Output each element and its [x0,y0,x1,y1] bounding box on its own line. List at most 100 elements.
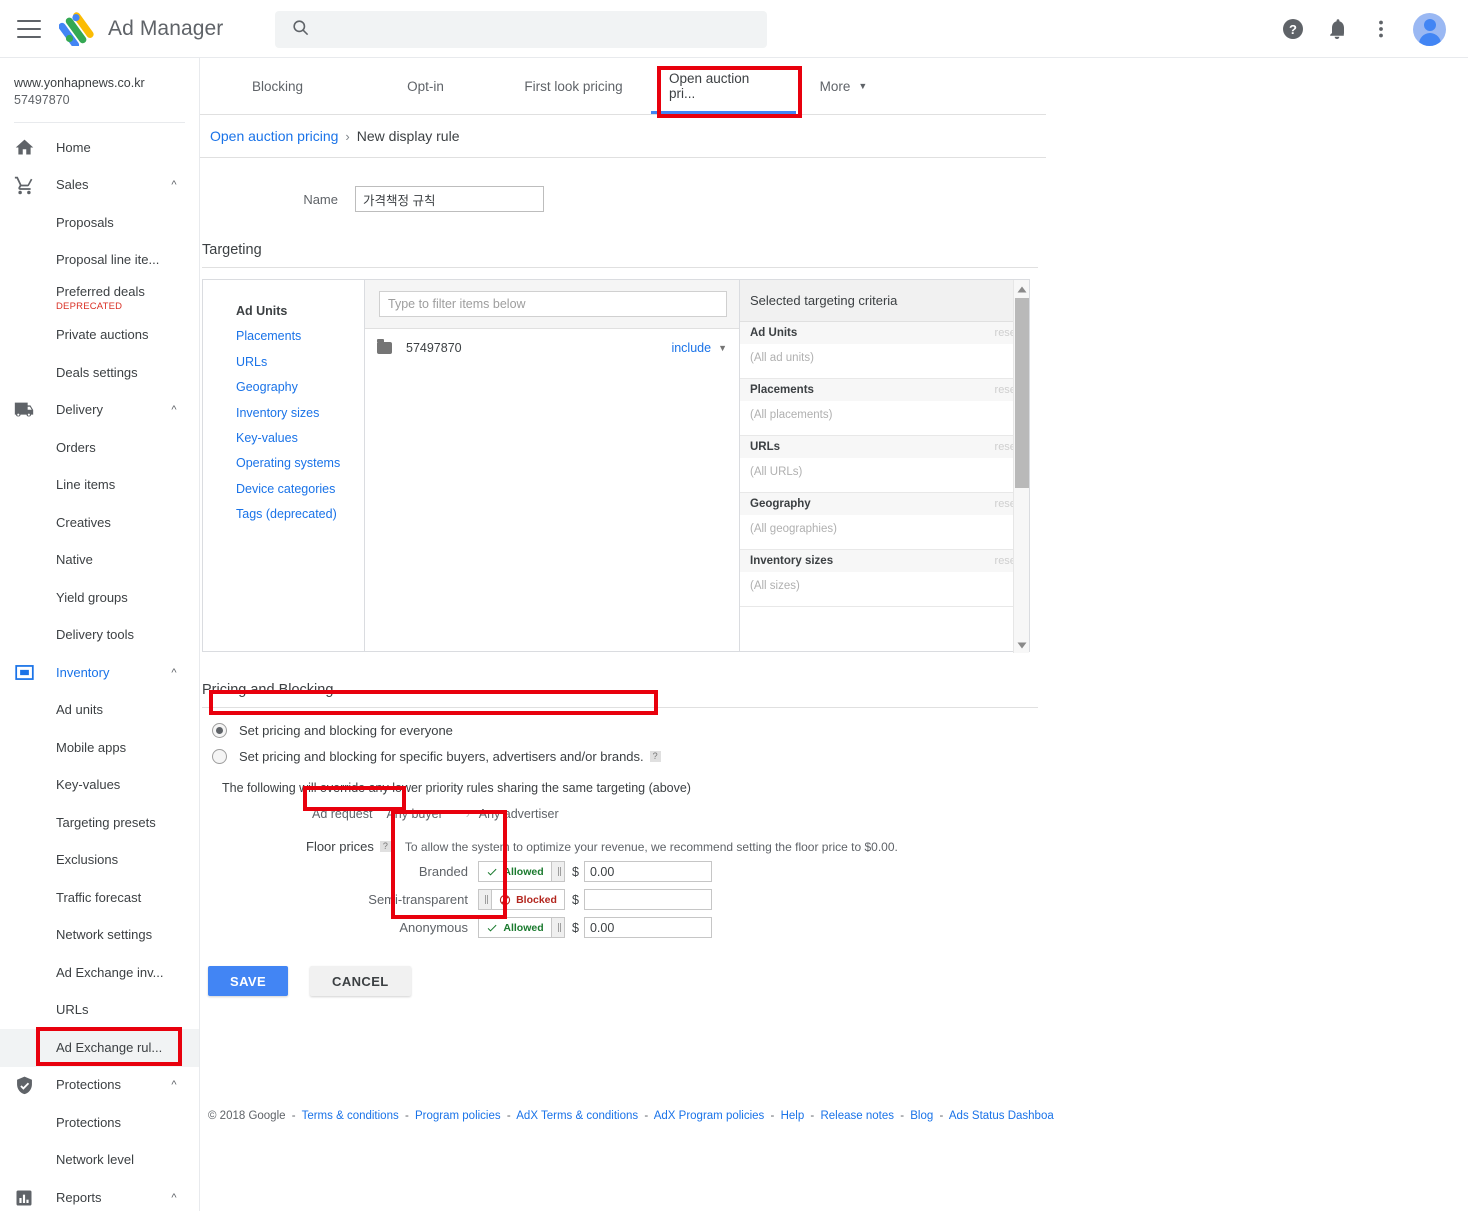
targeting-category-placements[interactable]: Placements [236,324,364,349]
targeting-filter-input[interactable] [379,291,727,317]
sidebar-item-delivery[interactable]: Delivery ^ [0,392,199,430]
targeting-category-key-values[interactable]: Key-values [236,426,364,451]
caret-down-icon[interactable]: ▼ [718,343,727,353]
tab-first-look-pricing[interactable]: First look pricing [496,58,651,114]
chevron-up-icon[interactable]: ^ [163,1192,185,1204]
sidebar-item-delivery-tools[interactable]: Delivery tools [0,617,199,655]
radio-option-everyone[interactable]: Set pricing and blocking for everyone [212,717,1046,743]
radio-specific-icon[interactable] [212,748,227,764]
help-icon[interactable]: ? [649,750,661,762]
sidebar-item-inventory[interactable]: Inventory ^ [0,654,199,692]
sidebar-item-orders[interactable]: Orders [0,429,199,467]
footer-link-release-notes[interactable]: Release notes [820,1110,894,1122]
sidebar-item-targeting-presets[interactable]: Targeting presets [0,804,199,842]
targeting-category-tags[interactable]: Tags (deprecated) [236,502,364,527]
sidebar-item-key-values[interactable]: Key-values [0,767,199,805]
sidebar-item-network-settings[interactable]: Network settings [0,917,199,955]
sidebar-item-traffic-forecast[interactable]: Traffic forecast [0,879,199,917]
avatar[interactable] [1413,12,1446,46]
sidebar-item-native[interactable]: Native [0,542,199,580]
sidebar-item-private-auctions[interactable]: Private auctions [0,317,199,355]
hamburger-icon[interactable] [17,19,41,38]
criteria-value: (All URLs) [750,466,803,478]
tab-blocking[interactable]: Blocking [200,58,355,114]
chevron-up-icon[interactable]: ^ [163,667,185,679]
targeting-item-include-action[interactable]: include [671,341,711,355]
name-input[interactable] [355,186,544,212]
sidebar-item-network-level[interactable]: Network level [0,1142,199,1180]
cancel-button[interactable]: CANCEL [310,966,411,996]
sidebar-item-label: Proposals [56,214,114,230]
toggle-branded[interactable]: Allowed [478,861,565,882]
targeting-item-row[interactable]: 57497870 include ▼ [365,329,739,355]
radio-option-specific-buyers[interactable]: Set pricing and blocking for specific bu… [212,743,1046,769]
sidebar-item-protections[interactable]: Protections [0,1104,199,1142]
scrollbar-thumb[interactable] [1015,298,1029,488]
floor-price-input-anonymous[interactable] [583,917,712,938]
sidebar-item-home[interactable]: Home [0,129,199,167]
save-button[interactable]: SAVE [208,966,289,996]
tab-opt-in[interactable]: Opt-in [355,58,496,114]
footer-link-adx-program-policies[interactable]: AdX Program policies [654,1110,765,1122]
chain-item-ad-request[interactable]: Ad request [312,807,372,821]
chain-item-any-buyer[interactable]: Any buyer [386,807,442,821]
check-icon [488,924,497,931]
sidebar-item-preferred-deals[interactable]: Preferred deals DEPRECATED [0,279,199,317]
sidebar-item-mobile-apps[interactable]: Mobile apps [0,729,199,767]
sidebar-item-line-items[interactable]: Line items [0,467,199,505]
toggle-anonymous[interactable]: Allowed [478,917,565,938]
sidebar-item-deals-settings[interactable]: Deals settings [0,354,199,392]
sidebar-item-ad-units[interactable]: Ad units [0,692,199,730]
sidebar-item-reports[interactable]: Reports ^ [0,1179,199,1211]
breadcrumb-parent-link[interactable]: Open auction pricing [210,128,338,144]
sidebar-item-yield-groups[interactable]: Yield groups [0,579,199,617]
footer-link-program-policies[interactable]: Program policies [415,1110,501,1122]
targeting-category-inventory-sizes[interactable]: Inventory sizes [236,401,364,426]
help-icon[interactable]: ? [1281,17,1305,41]
footer-link-adx-terms[interactable]: AdX Terms & conditions [516,1110,638,1122]
sidebar-item-protections-group[interactable]: Protections ^ [0,1067,199,1105]
targeting-items-column: 57497870 include ▼ [365,280,740,651]
sidebar-item-label: Protections [56,1114,122,1130]
toggle-knob[interactable] [551,862,564,881]
toggle-knob[interactable] [479,890,492,909]
sidebar-item-label: Ad Exchange rul... [56,1039,163,1055]
bar-chart-icon [12,1186,36,1210]
sidebar-item-ad-exchange-inventory[interactable]: Ad Exchange inv... [0,954,199,992]
floor-price-input-branded[interactable] [583,861,712,882]
chevron-up-icon[interactable]: ^ [163,179,185,191]
more-vert-icon[interactable] [1369,17,1393,41]
footer-link-ads-status-dashboard[interactable]: Ads Status Dashboa [949,1110,1054,1122]
sidebar-item-sales[interactable]: Sales ^ [0,167,199,205]
sidebar-item-ad-exchange-rules[interactable]: Ad Exchange rul... [0,1029,199,1067]
sidebar-item-proposals[interactable]: Proposals [0,204,199,242]
toggle-knob[interactable] [551,918,564,937]
footer-link-terms[interactable]: Terms & conditions [302,1110,399,1122]
targeting-category-operating-systems[interactable]: Operating systems [236,451,364,476]
targeting-category-geography[interactable]: Geography [236,375,364,400]
help-icon[interactable]: ? [379,841,391,852]
floor-price-input-semi-transparent[interactable] [583,889,712,910]
chevron-up-icon[interactable]: ^ [163,404,185,416]
sidebar-item-proposal-line-items[interactable]: Proposal line ite... [0,242,199,280]
targeting-category-urls[interactable]: URLs [236,350,364,375]
chevron-up-icon[interactable]: ^ [163,1079,185,1091]
targeting-category-ad-units[interactable]: Ad Units [236,299,364,324]
tab-more[interactable]: More ▼ [796,58,891,114]
search-input[interactable] [310,21,767,38]
bell-icon[interactable] [1325,17,1349,41]
scroll-up-arrow-icon[interactable] [1016,283,1028,295]
sidebar-item-creatives[interactable]: Creatives [0,504,199,542]
global-search[interactable] [275,11,767,48]
sidebar-item-exclusions[interactable]: Exclusions [0,842,199,880]
chain-item-any-advertiser[interactable]: Any advertiser [479,807,559,821]
sidebar-item-urls[interactable]: URLs [0,992,199,1030]
tab-open-auction-pricing[interactable]: Open auction pri... [651,58,796,114]
targeting-category-device-categories[interactable]: Device categories [236,477,364,502]
toggle-semi-transparent[interactable]: Blocked [478,889,565,910]
scroll-down-arrow-icon[interactable] [1016,638,1028,650]
criteria-scrollbar[interactable] [1013,280,1029,653]
radio-everyone-icon[interactable] [212,722,227,738]
footer-link-blog[interactable]: Blog [910,1110,933,1122]
footer-link-help[interactable]: Help [781,1110,805,1122]
